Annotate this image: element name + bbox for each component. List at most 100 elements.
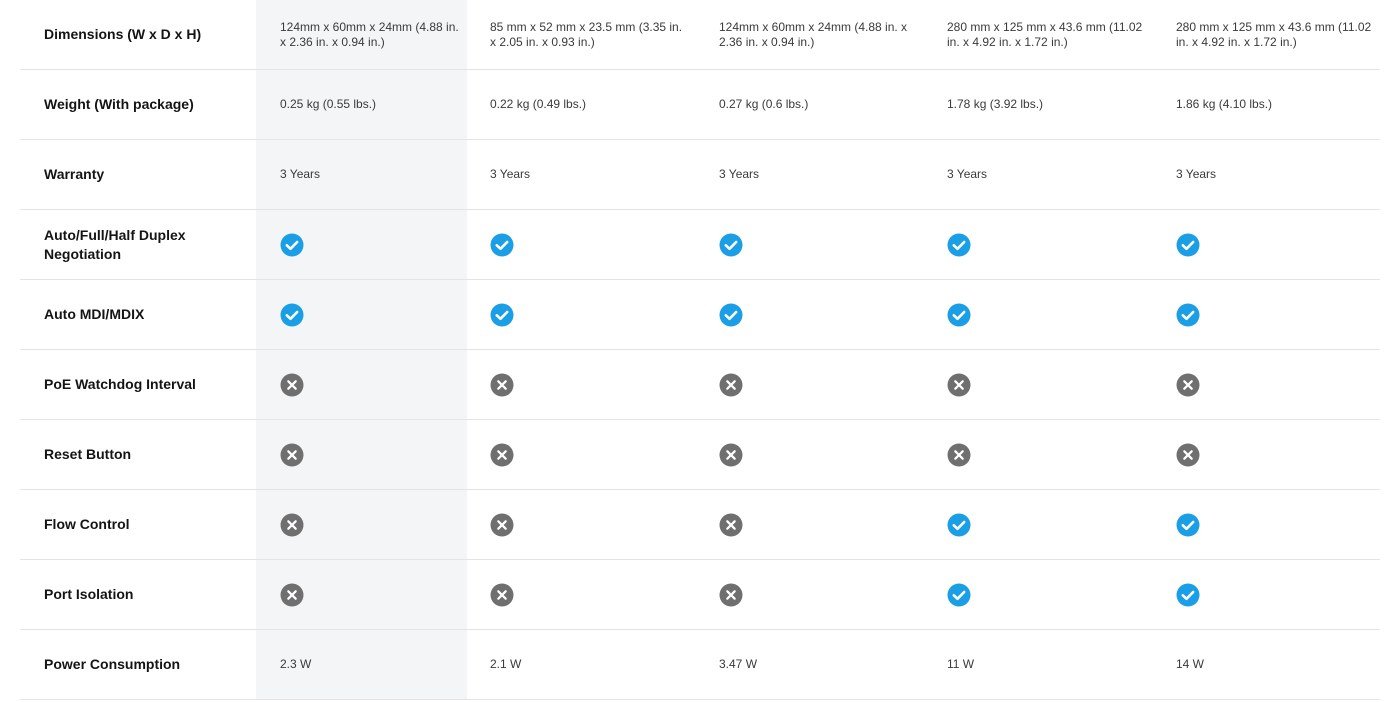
- check-icon: [947, 303, 971, 327]
- table-cell: 124mm x 60mm x 24mm (4.88 in. x 2.36 in.…: [719, 0, 919, 69]
- check-icon: [947, 513, 971, 537]
- table-cell: [280, 490, 460, 559]
- table-cell: [1176, 420, 1376, 489]
- check-icon: [1176, 303, 1200, 327]
- cell-value: 14 W: [1176, 657, 1205, 671]
- table-row: Warranty 3 Years 3 Years 3 Years 3 Years 3 Ye…: [20, 140, 1380, 210]
- cell-value: 124mm x 60mm x 24mm (4.88 in. x 2.36 in.…: [280, 19, 459, 49]
- cross-icon: [719, 583, 743, 607]
- table-cell: 0.22 kg (0.49 lbs.): [490, 70, 690, 139]
- row-label: Warranty: [44, 166, 105, 182]
- table-row: Reset Button: [20, 420, 1380, 490]
- cell-value: 85 mm x 52 mm x 23.5 mm (3.35 in. x 2.05…: [490, 19, 683, 49]
- table-row: Dimensions (W x D x H) 124mm x 60mm x 24m…: [20, 0, 1380, 70]
- cell-value: 280 mm x 125 mm x 43.6 mm (11.02 in. x 4…: [1176, 19, 1372, 49]
- table-cell: 3 Years: [947, 140, 1147, 209]
- table-row: Power Consumption 2.3 W 2.1 W 3.47 W 11 W 14 …: [20, 630, 1380, 700]
- check-icon: [280, 303, 304, 327]
- check-icon: [1176, 233, 1200, 257]
- table-cell: [719, 560, 919, 629]
- table-cell: [719, 280, 919, 349]
- table-cell: 0.25 kg (0.55 lbs.): [280, 70, 460, 139]
- table-row: Port Isolation: [20, 560, 1380, 630]
- row-label: Port Isolation: [44, 586, 134, 602]
- table-cell: [1176, 490, 1376, 559]
- table-cell: [490, 420, 690, 489]
- table-cell: 280 mm x 125 mm x 43.6 mm (11.02 in. x 4…: [947, 0, 1147, 69]
- table-cell: 1.86 kg (4.10 lbs.): [1176, 70, 1376, 139]
- row-label: PoE Watchdog Interval: [44, 376, 196, 392]
- cross-icon: [490, 513, 514, 537]
- table-cell: [719, 210, 919, 279]
- cell-value: 1.86 kg (4.10 lbs.): [1176, 97, 1273, 111]
- table-cell: [719, 490, 919, 559]
- table-cell: [947, 350, 1147, 419]
- check-icon: [719, 303, 743, 327]
- cell-value: 3.47 W: [719, 657, 758, 671]
- cell-value: 11 W: [947, 657, 975, 671]
- table-cell: [280, 560, 460, 629]
- cell-value: 2.1 W: [490, 657, 522, 671]
- cross-icon: [719, 373, 743, 397]
- table-cell: 85 mm x 52 mm x 23.5 mm (3.35 in. x 2.05…: [490, 0, 690, 69]
- check-icon: [280, 233, 304, 257]
- table-cell: 0.27 kg (0.6 lbs.): [719, 70, 919, 139]
- table-cell: 2.3 W: [280, 630, 460, 699]
- row-label: Auto MDI/MDIX: [44, 306, 145, 322]
- check-icon: [947, 233, 971, 257]
- cell-value: 0.22 kg (0.49 lbs.): [490, 97, 587, 111]
- cell-value: 3 Years: [490, 167, 531, 181]
- cross-icon: [490, 373, 514, 397]
- table-cell: 3 Years: [490, 140, 690, 209]
- table-cell: 3 Years: [719, 140, 919, 209]
- table-cell: [947, 490, 1147, 559]
- cross-icon: [719, 513, 743, 537]
- row-label: Flow Control: [44, 516, 130, 532]
- table-cell: [280, 420, 460, 489]
- cell-value: 3 Years: [719, 167, 760, 181]
- cell-value: 124mm x 60mm x 24mm (4.88 in. x 2.36 in.…: [719, 19, 908, 49]
- cell-value: 3 Years: [280, 167, 321, 181]
- table-cell: 3 Years: [280, 140, 460, 209]
- table-cell: [947, 280, 1147, 349]
- table-cell: [719, 350, 919, 419]
- table-cell: [490, 490, 690, 559]
- table-cell: [490, 560, 690, 629]
- cross-icon: [280, 373, 304, 397]
- table-cell: [490, 350, 690, 419]
- table-cell: [1176, 560, 1376, 629]
- cross-icon: [1176, 443, 1200, 467]
- table-cell: 11 W: [947, 630, 1147, 699]
- cell-value: 2.3 W: [280, 657, 312, 671]
- table-cell: [1176, 210, 1376, 279]
- table-row: Auto/Full/Half Duplex Negotiation: [20, 210, 1380, 280]
- table-cell: 280 mm x 125 mm x 43.6 mm (11.02 in. x 4…: [1176, 0, 1376, 69]
- table-cell: [1176, 280, 1376, 349]
- check-icon: [719, 233, 743, 257]
- cross-icon: [947, 443, 971, 467]
- table-cell: [280, 350, 460, 419]
- table-cell: [947, 560, 1147, 629]
- table-row: Weight (With package) 0.25 kg (0.55 lbs.)…: [20, 70, 1380, 140]
- table-cell: 14 W: [1176, 630, 1376, 699]
- cell-value: 0.25 kg (0.55 lbs.): [280, 97, 377, 111]
- cross-icon: [719, 443, 743, 467]
- table-row: Flow Control: [20, 490, 1380, 560]
- check-icon: [947, 583, 971, 607]
- table-cell: 2.1 W: [490, 630, 690, 699]
- table-cell: [490, 210, 690, 279]
- row-label: Weight (With package): [44, 96, 194, 112]
- cross-icon: [947, 373, 971, 397]
- check-icon: [1176, 513, 1200, 537]
- table-cell: 1.78 kg (3.92 lbs.): [947, 70, 1147, 139]
- row-label: Reset Button: [44, 446, 132, 462]
- check-icon: [490, 233, 514, 257]
- cross-icon: [490, 443, 514, 467]
- table-cell: [1176, 350, 1376, 419]
- table-cell: 124mm x 60mm x 24mm (4.88 in. x 2.36 in.…: [280, 0, 460, 69]
- table-row: Auto MDI/MDIX: [20, 280, 1380, 350]
- table-cell: [719, 420, 919, 489]
- cell-value: 1.78 kg (3.92 lbs.): [947, 97, 1044, 111]
- cell-value: 0.27 kg (0.6 lbs.): [719, 97, 809, 111]
- table-cell: [490, 280, 690, 349]
